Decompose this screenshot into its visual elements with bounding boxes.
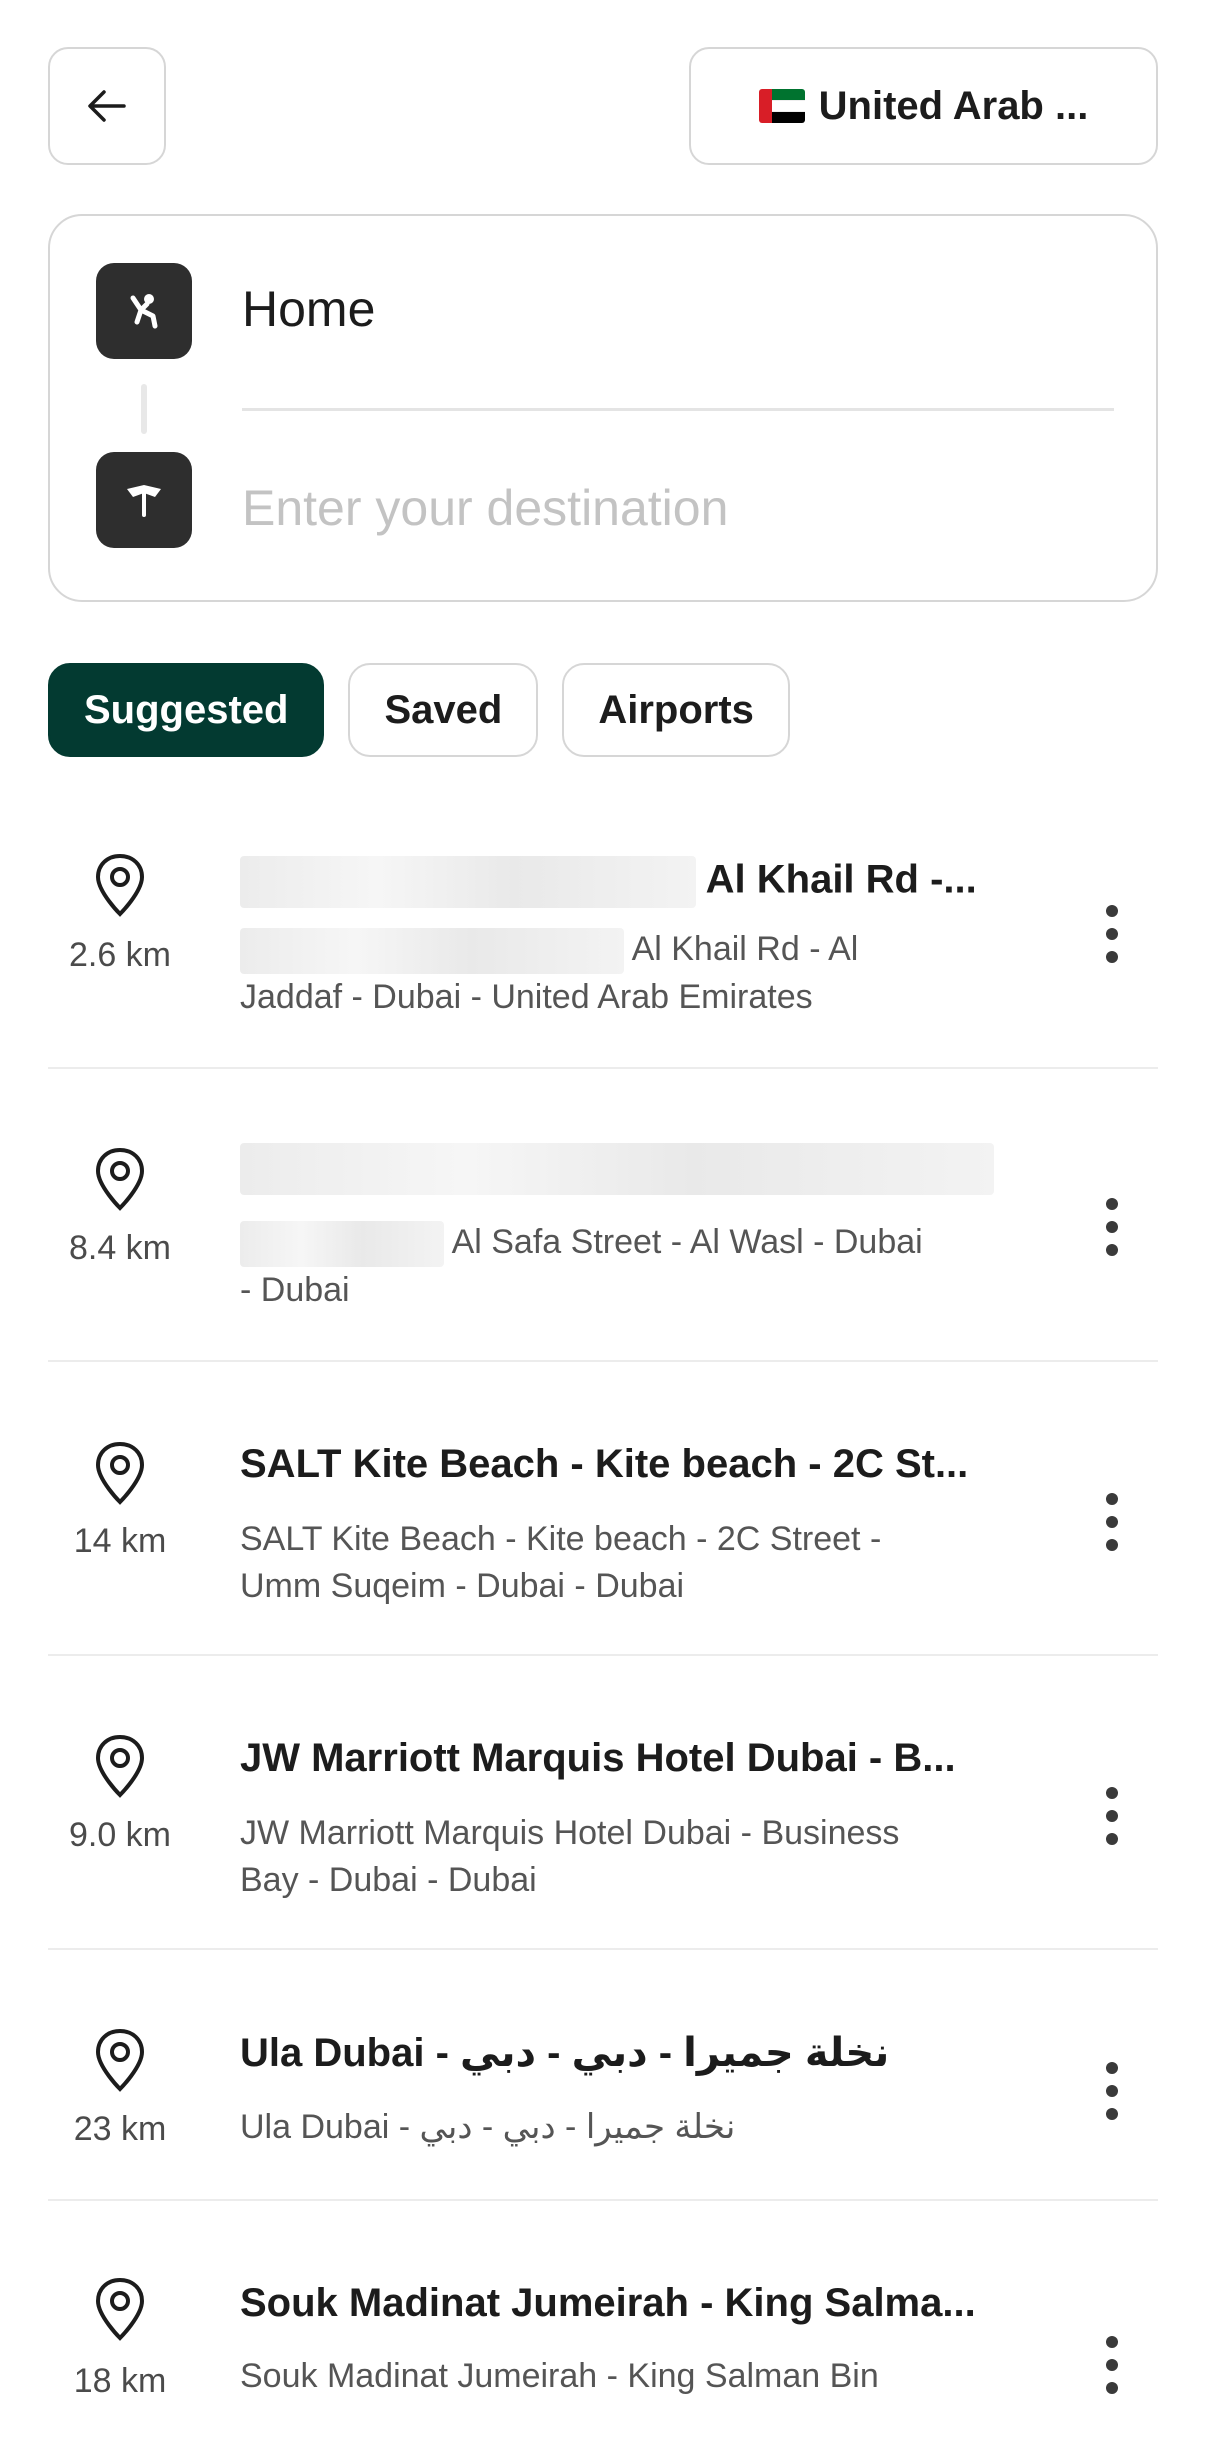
tab-bar: Suggested Saved Airports xyxy=(48,663,790,757)
place-address: Ula Dubai - نخلة جميرا - دبي - دبي xyxy=(240,2108,736,2146)
location-pin-icon xyxy=(95,2277,145,2341)
place-address: SALT Kite Beach - Kite beach - 2C Street… xyxy=(240,1520,882,1605)
route-card: Home xyxy=(48,214,1158,602)
location-pin-icon xyxy=(95,2028,145,2092)
location-pin-icon xyxy=(95,1147,145,1211)
distance-label: 23 km xyxy=(73,2110,167,2148)
place-address: Al Safa Street - Al Wasl - Dubai - Dubai xyxy=(240,1221,923,1310)
location-pin-icon xyxy=(95,853,145,917)
place-address: JW Marriott Marquis Hotel Dubai - Busine… xyxy=(240,1814,900,1899)
tab-suggested[interactable]: Suggested xyxy=(48,663,325,757)
location-pin-icon xyxy=(95,1441,145,1505)
place-title xyxy=(240,1143,1010,1195)
arrow-left-icon xyxy=(88,90,126,122)
origin-field[interactable]: Home xyxy=(242,280,375,338)
divider xyxy=(242,408,1114,411)
more-options-icon[interactable] xyxy=(1100,1493,1124,1562)
destination-input[interactable] xyxy=(242,468,1114,548)
person-waving-icon xyxy=(96,263,192,359)
divider xyxy=(48,2199,1158,2201)
location-pin-icon xyxy=(95,1734,145,1798)
uae-flag-icon xyxy=(758,89,805,123)
place-title: JW Marriott Marquis Hotel Dubai - B... xyxy=(240,1736,956,1780)
distance-label: 2.6 km xyxy=(68,936,172,974)
distance-label: 18 km xyxy=(73,2362,167,2400)
flag-pin-icon xyxy=(96,452,192,548)
place-title: Ula Dubai - نخلة جميرا - دبي - دبي xyxy=(240,2031,890,2075)
country-selector[interactable]: United Arab ... xyxy=(689,47,1158,165)
place-title: SALT Kite Beach - Kite beach - 2C St... xyxy=(240,1442,969,1486)
back-button[interactable] xyxy=(48,47,166,165)
divider xyxy=(48,1360,1158,1362)
redacted-text xyxy=(240,928,624,975)
divider xyxy=(48,1654,1158,1656)
redacted-text xyxy=(240,856,696,908)
tab-saved[interactable]: Saved xyxy=(348,663,539,757)
distance-label: 9.0 km xyxy=(68,1816,172,1854)
redacted-text xyxy=(240,1221,444,1268)
more-options-icon[interactable] xyxy=(1100,2336,1124,2405)
place-title: Souk Madinat Jumeirah - King Salma... xyxy=(240,2281,976,2325)
distance-label: 8.4 km xyxy=(68,1229,172,1267)
place-title: Al Khail Rd -... xyxy=(240,856,1010,908)
more-options-icon[interactable] xyxy=(1100,905,1124,974)
redacted-text xyxy=(240,1143,994,1195)
distance-label: 14 km xyxy=(73,1522,167,1560)
divider xyxy=(48,1948,1158,1950)
tab-airports[interactable]: Airports xyxy=(562,663,790,757)
place-address: Souk Madinat Jumeirah - King Salman Bin xyxy=(240,2357,879,2395)
more-options-icon[interactable] xyxy=(1100,2062,1124,2131)
more-options-icon[interactable] xyxy=(1100,1198,1124,1267)
divider xyxy=(48,1067,1158,1069)
place-address: Al Khail Rd - Al Jaddaf - Dubai - United… xyxy=(240,928,859,1017)
country-label: United Arab ... xyxy=(818,83,1089,128)
more-options-icon[interactable] xyxy=(1100,1787,1124,1856)
route-connector xyxy=(141,384,147,434)
